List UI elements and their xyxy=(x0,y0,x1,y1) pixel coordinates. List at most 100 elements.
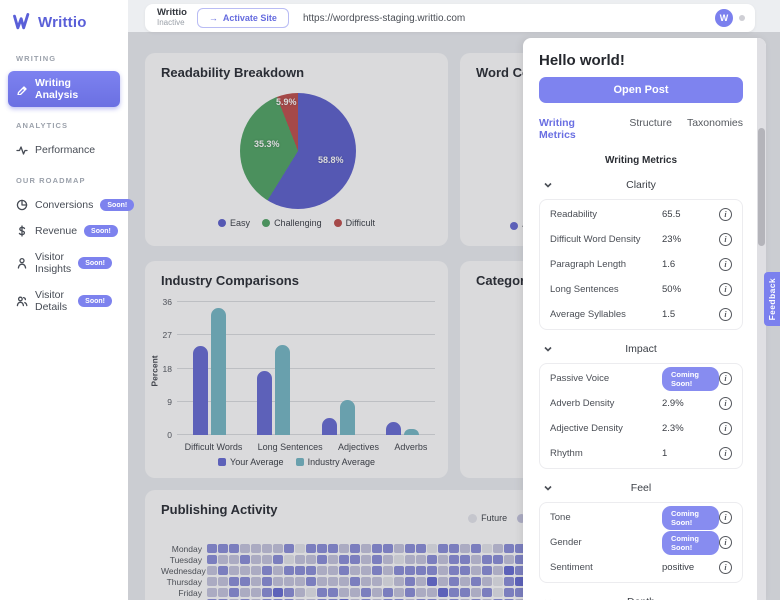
metric-box: Readability 65.5 i Difficult Word Density 23… xyxy=(539,199,743,330)
sidebar-section-label: WRITING xyxy=(16,54,57,63)
sidebar-item-writing-analysis[interactable]: Writing Analysis xyxy=(8,71,120,107)
coming-soon-badge: Coming Soon! xyxy=(662,366,719,391)
sidebar-item-label: Writing Analysis xyxy=(35,77,79,101)
metrics-list-header: Writing Metrics xyxy=(604,155,678,166)
sidebar-item-conversions[interactable]: Conversions Soon! xyxy=(8,193,135,217)
tab-writing-metrics[interactable]: Writing Metrics xyxy=(539,117,614,141)
post-metrics-panel: Hello world! Open Post Writing Metrics St… xyxy=(523,38,766,600)
sidebar-section-label: ANALYTICS xyxy=(16,121,69,130)
metric-row-passive-voice: Passive Voice Coming Soon! i xyxy=(550,366,732,391)
metric-value: 50% xyxy=(662,284,682,295)
metric-value: 2.3% xyxy=(662,423,684,434)
sidebar-item-visitor-details[interactable]: Visitor Details Soon! xyxy=(8,283,120,319)
section-header-impact: Impact xyxy=(539,343,743,355)
open-post-button[interactable]: Open Post xyxy=(539,77,743,103)
metric-label: Readability xyxy=(550,209,597,220)
metric-label: Difficult Word Density xyxy=(550,234,641,245)
dollar-icon xyxy=(16,225,28,237)
metric-row-paragraph-length: Paragraph Length 1.6 i xyxy=(550,252,732,277)
app-logo-text: Writtio xyxy=(38,13,87,31)
metric-value: 65.5 xyxy=(662,209,681,220)
section-title: Clarity xyxy=(626,179,656,191)
soon-badge: Soon! xyxy=(78,257,113,269)
metric-label: Adjective Density xyxy=(550,423,623,434)
activate-site-button[interactable]: → Activate Site xyxy=(196,8,289,28)
metric-value: 1.5 xyxy=(662,309,676,320)
metric-row-gender: Gender Coming Soon! i xyxy=(550,530,732,555)
metric-label: Tone xyxy=(550,512,571,523)
section-header-clarity: Clarity xyxy=(539,179,743,191)
metric-row-tone: Tone Coming Soon! i xyxy=(550,505,732,530)
user-avatar[interactable]: W xyxy=(715,9,733,27)
metric-label: Adverb Density xyxy=(550,398,615,409)
info-icon[interactable]: i xyxy=(719,397,732,410)
metric-label: Gender xyxy=(550,537,582,548)
chevron-down-icon[interactable] xyxy=(543,483,553,496)
metric-row-readability: Readability 65.5 i xyxy=(550,202,732,227)
writtio-logo-icon xyxy=(13,13,30,30)
section-title: Depth xyxy=(627,596,655,600)
sidebar-item-label: Performance xyxy=(35,144,96,156)
metric-value: 23% xyxy=(662,234,682,245)
metric-row-long-sentences: Long Sentences 50% i xyxy=(550,277,732,302)
sidebar: Writtio WRITING Writing Analysis ANALYTICS… xyxy=(0,0,135,600)
coming-soon-badge: Coming Soon! xyxy=(662,505,719,530)
metric-row-difficult-word-density: Difficult Word Density 23% i xyxy=(550,227,732,252)
site-status: Inactive xyxy=(157,17,185,27)
site-identity: Writtio Inactive xyxy=(157,7,187,27)
info-icon[interactable]: i xyxy=(719,258,732,271)
info-icon[interactable]: i xyxy=(719,372,732,385)
metric-row-average-syllables: Average Syllables 1.5 i xyxy=(550,302,732,327)
metric-row-adjective-density: Adjective Density 2.3% i xyxy=(550,416,732,441)
sidebar-item-visitor-insights[interactable]: Visitor Insights Soon! xyxy=(8,245,120,281)
tab-taxonomies[interactable]: Taxonomies xyxy=(687,117,743,141)
metric-box: Passive Voice Coming Soon! i Adverb Density… xyxy=(539,363,743,469)
arrow-right-icon: → xyxy=(208,13,218,23)
pen-icon xyxy=(16,83,28,95)
sidebar-item-label: Conversions xyxy=(35,199,94,211)
metric-value: 1 xyxy=(662,448,668,459)
metric-label: Paragraph Length xyxy=(550,259,627,270)
person-icon xyxy=(16,257,28,269)
info-icon[interactable]: i xyxy=(719,422,732,435)
info-icon[interactable]: i xyxy=(719,447,732,460)
info-icon[interactable]: i xyxy=(719,208,732,221)
sidebar-item-label: Visitor Insights xyxy=(35,251,72,275)
panel-tabs: Writing Metrics Structure Taxonomies xyxy=(539,117,743,141)
info-icon[interactable]: i xyxy=(719,561,732,574)
info-icon[interactable]: i xyxy=(719,511,732,524)
people-icon xyxy=(16,295,28,307)
chevron-down-icon[interactable] xyxy=(543,180,553,193)
metric-label: Rhythm xyxy=(550,448,583,459)
info-icon[interactable]: i xyxy=(719,233,732,246)
metric-row-adverb-density: Adverb Density 2.9% i xyxy=(550,391,732,416)
app-logo[interactable]: Writtio xyxy=(0,8,128,42)
sidebar-item-label: Visitor Details xyxy=(35,289,68,313)
metric-value: positive xyxy=(662,562,695,573)
info-icon[interactable]: i xyxy=(719,283,732,296)
section-title: Impact xyxy=(625,343,657,355)
sidebar-item-performance[interactable]: Performance xyxy=(8,138,120,162)
feedback-tab[interactable]: Feedback xyxy=(764,272,780,326)
metric-label: Average Syllables xyxy=(550,309,626,320)
sidebar-section-label: OUR ROADMAP xyxy=(16,176,86,185)
section-title: Feel xyxy=(630,482,652,494)
section-header-feel: Feel xyxy=(539,482,743,494)
topbar: Writtio Inactive → Activate Site https:/… xyxy=(145,4,755,32)
soon-badge: Soon! xyxy=(78,295,112,307)
soon-badge: Soon! xyxy=(100,199,135,211)
panel-scrollbar-thumb[interactable] xyxy=(758,128,765,246)
sidebar-item-revenue[interactable]: Revenue Soon! xyxy=(8,219,120,243)
chevron-down-icon[interactable] xyxy=(543,344,553,357)
post-title: Hello world! xyxy=(539,52,625,69)
info-icon[interactable]: i xyxy=(719,536,732,549)
sidebar-item-label: Revenue xyxy=(35,225,78,237)
metric-value: 1.6 xyxy=(662,259,676,270)
metric-label: Long Sentences xyxy=(550,284,619,295)
metric-row-sentiment: Sentiment positive i xyxy=(550,555,732,580)
pulse-icon xyxy=(16,144,28,156)
metric-row-rhythm: Rhythm 1 i xyxy=(550,441,732,466)
pie-icon xyxy=(16,199,28,211)
tab-structure[interactable]: Structure xyxy=(629,117,672,141)
info-icon[interactable]: i xyxy=(719,308,732,321)
